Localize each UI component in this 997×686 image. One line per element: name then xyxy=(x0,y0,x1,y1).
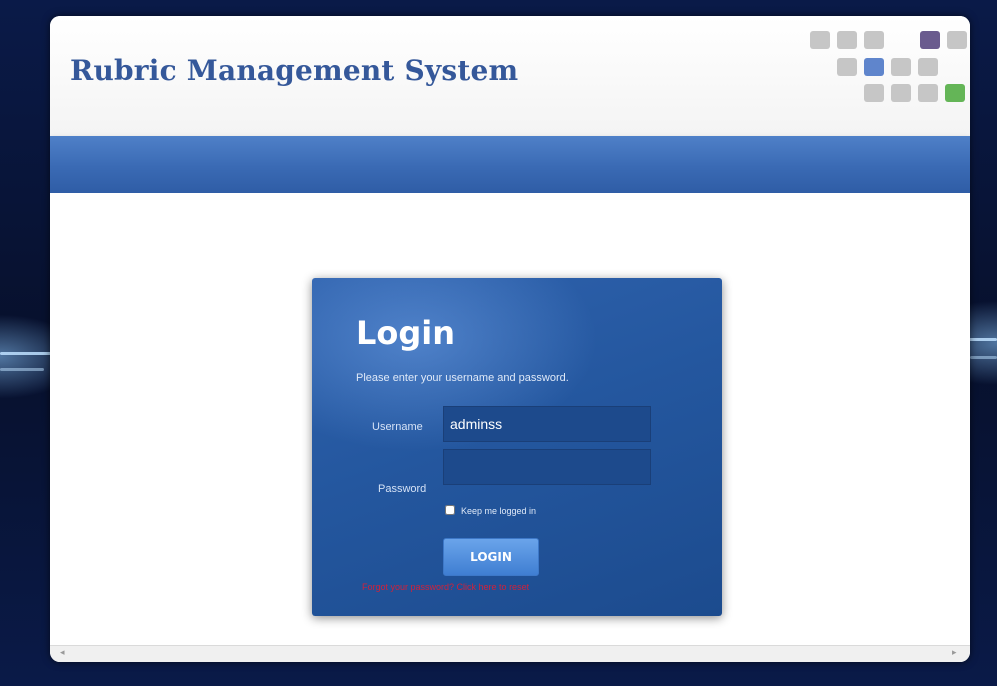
scroll-right-arrow-icon[interactable]: ▸ xyxy=(952,647,957,658)
keep-logged-in-label: Keep me logged in xyxy=(461,506,537,516)
login-panel: Login Please enter your username and pas… xyxy=(312,278,722,616)
logo-tile xyxy=(918,84,938,102)
scroll-left-arrow-icon[interactable]: ◂ xyxy=(60,647,65,658)
app-title: Rubric Management System xyxy=(70,54,519,87)
keep-logged-in-checkbox[interactable] xyxy=(445,505,455,515)
login-button[interactable]: LOGIN xyxy=(443,538,539,576)
logo-tile xyxy=(837,58,857,76)
wallpaper-light-streak xyxy=(970,356,997,359)
logo-tile xyxy=(810,31,830,49)
logo-tile xyxy=(864,58,884,76)
forgot-password-link[interactable]: Forgot your password? Click here to rese… xyxy=(362,582,529,592)
wallpaper-light-streak xyxy=(0,368,44,371)
logo-tile xyxy=(918,58,938,76)
login-instructions: Please enter your username and password. xyxy=(356,372,569,384)
horizontal-scrollbar[interactable]: ◂ ▸ xyxy=(50,645,970,662)
logo-tile xyxy=(837,31,857,49)
logo-tile xyxy=(945,84,965,102)
logo-tile xyxy=(891,84,911,102)
nav-bar xyxy=(50,136,970,193)
login-title: Login xyxy=(356,314,456,352)
password-input[interactable] xyxy=(443,449,651,485)
username-input[interactable] xyxy=(443,406,651,442)
username-label: Username xyxy=(372,421,423,433)
logo-tile xyxy=(920,31,940,49)
browser-window: Rubric Management System Login Please en… xyxy=(50,16,970,662)
logo-tile xyxy=(864,31,884,49)
logo-tile xyxy=(864,84,884,102)
logo-tile xyxy=(947,31,967,49)
site-header: Rubric Management System xyxy=(50,16,970,137)
password-label: Password xyxy=(378,483,427,495)
logo-tile xyxy=(891,58,911,76)
